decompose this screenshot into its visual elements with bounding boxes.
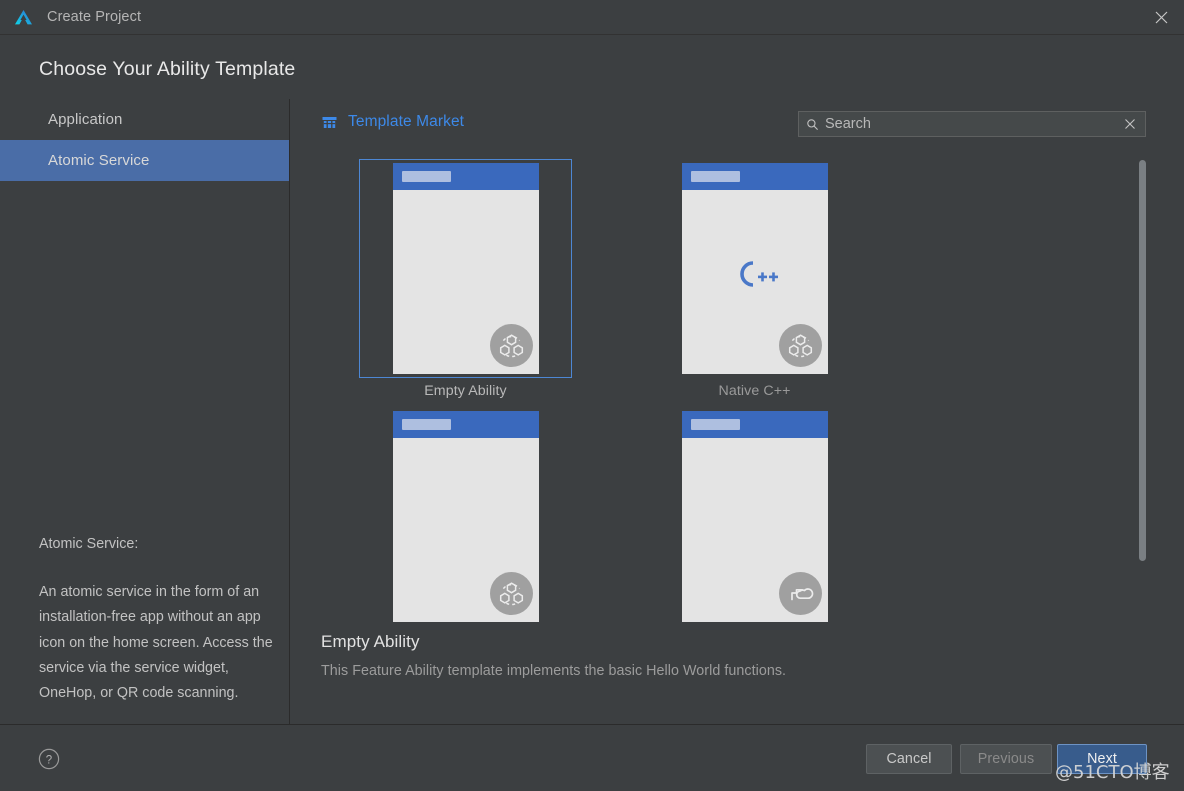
template-grid: Empty Ability: [321, 155, 1141, 622]
previous-button[interactable]: Previous: [960, 744, 1052, 774]
sidebar-description-heading: Atomic Service:: [39, 532, 289, 557]
help-icon[interactable]: ?: [38, 748, 60, 770]
thumbnail-header-bar: [393, 163, 539, 190]
template-card-frame: [359, 407, 572, 622]
template-detail: Empty Ability This Feature Ability templ…: [321, 632, 1151, 679]
next-button[interactable]: Next: [1057, 744, 1147, 774]
cpp-logo-icon: [682, 259, 828, 289]
sidebar-item-label: Atomic Service: [48, 152, 149, 169]
title-bar: Create Project: [0, 0, 1184, 35]
search-box[interactable]: [798, 111, 1146, 137]
atomic-service-icon: [490, 572, 533, 615]
thumbnail-header-bar: [682, 411, 828, 438]
template-card-partial[interactable]: [610, 403, 899, 622]
sidebar-description: Atomic Service: An atomic service in the…: [39, 532, 289, 706]
template-grid-viewport: Empty Ability: [291, 155, 1184, 622]
template-card-lite-empty-ability[interactable]: [Lite]Empty Ability: [321, 403, 610, 622]
template-thumbnail: [393, 411, 539, 622]
cancel-button[interactable]: Cancel: [866, 744, 952, 774]
atomic-service-icon: [490, 324, 533, 367]
template-card-frame: [359, 159, 572, 378]
thumbnail-header-bar: [393, 411, 539, 438]
thumbnail-title-placeholder: [402, 419, 451, 430]
sidebar-item-atomic-service[interactable]: Atomic Service: [0, 140, 289, 181]
template-card-label: Native C++: [719, 383, 791, 399]
page-title: Choose Your Ability Template: [39, 58, 295, 81]
sidebar: Application Atomic Service Atomic Servic…: [0, 99, 290, 724]
deveco-logo-icon: [12, 6, 34, 28]
template-market-link[interactable]: Template Market: [321, 113, 464, 131]
scrollbar-thumb[interactable]: [1139, 160, 1146, 561]
template-market-label: Template Market: [348, 113, 464, 131]
template-card-empty-ability[interactable]: Empty Ability: [321, 155, 610, 399]
create-project-dialog: Create Project Choose Your Ability Templ…: [0, 0, 1184, 791]
sidebar-item-label: Application: [48, 111, 122, 128]
template-thumbnail: [393, 163, 539, 374]
thumbnail-header-bar: [682, 163, 828, 190]
template-card-frame: [648, 159, 861, 378]
store-icon: [321, 114, 338, 131]
template-thumbnail: [682, 411, 828, 622]
sidebar-item-application[interactable]: Application: [0, 99, 289, 140]
template-detail-description: This Feature Ability template implements…: [321, 663, 1151, 679]
close-icon[interactable]: [1138, 0, 1184, 34]
template-card-frame: [648, 407, 861, 622]
window-title: Create Project: [47, 9, 141, 25]
sidebar-description-body: An atomic service in the form of an inst…: [39, 584, 273, 701]
template-grid-scrollbar[interactable]: [1139, 160, 1146, 622]
svg-text:?: ?: [46, 754, 52, 766]
thumbnail-title-placeholder: [691, 419, 740, 430]
search-icon: [806, 118, 819, 131]
thumbnail-title-placeholder: [691, 171, 740, 182]
thumbnail-title-placeholder: [402, 171, 451, 182]
template-pane: Template Market: [291, 99, 1184, 724]
template-card-label: Empty Ability: [424, 383, 507, 399]
template-thumbnail: [682, 163, 828, 374]
template-detail-title: Empty Ability: [321, 632, 1151, 652]
search-clear-icon[interactable]: [1118, 112, 1142, 136]
atomic-service-icon: [779, 324, 822, 367]
cloud-icon: [779, 572, 822, 615]
template-card-native-cpp[interactable]: Native C++: [610, 155, 899, 399]
search-input[interactable]: [825, 116, 1118, 132]
